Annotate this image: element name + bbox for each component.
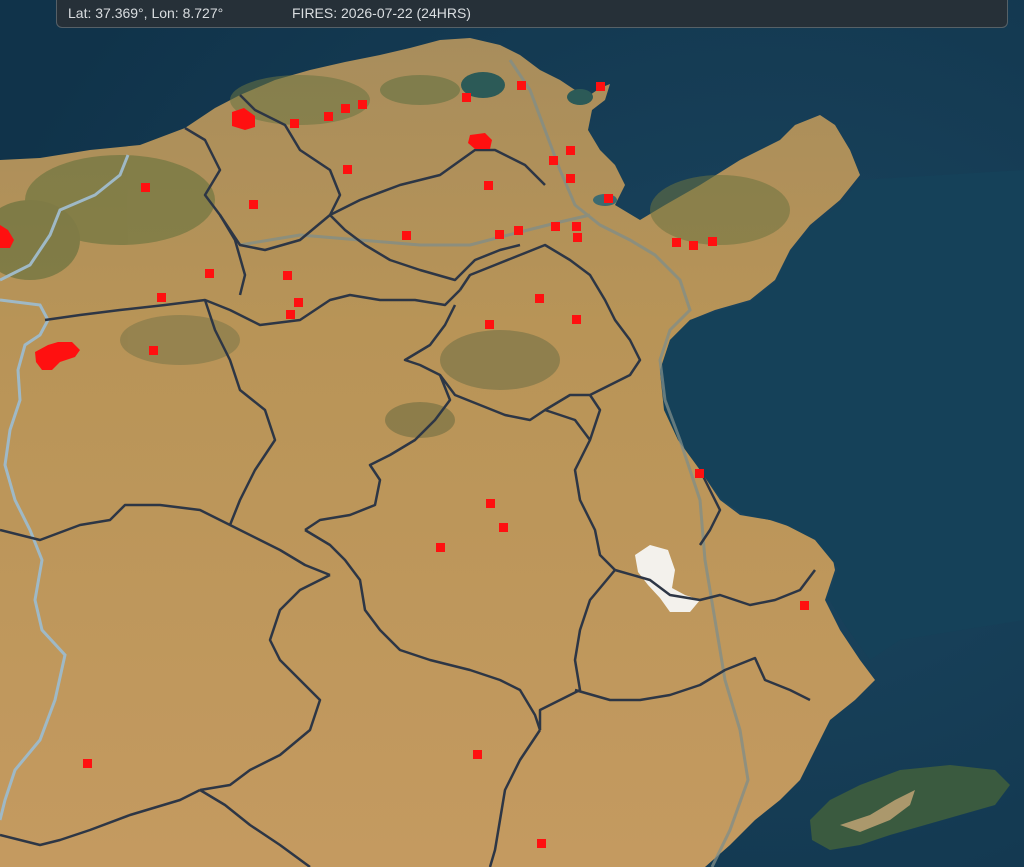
fire-hotspot[interactable]	[249, 200, 258, 209]
fire-hotspot[interactable]	[485, 320, 494, 329]
fire-hotspot[interactable]	[689, 241, 698, 250]
fire-hotspot[interactable]	[537, 839, 546, 848]
fire-hotspot[interactable]	[205, 269, 214, 278]
fire-hotspot[interactable]	[566, 146, 575, 155]
fire-hotspot[interactable]	[535, 294, 544, 303]
fire-hotspot[interactable]	[566, 174, 575, 183]
fire-hotspot[interactable]	[499, 523, 508, 532]
status-bar: Lat: 37.369°, Lon: 8.727° FIRES: 2026-07…	[56, 0, 1008, 28]
fire-hotspot[interactable]	[551, 222, 560, 231]
fire-hotspot[interactable]	[486, 499, 495, 508]
fire-hotspot[interactable]	[402, 231, 411, 240]
fire-hotspot[interactable]	[341, 104, 350, 113]
fire-hotspot[interactable]	[695, 469, 704, 478]
fire-hotspot[interactable]	[286, 310, 295, 319]
fire-hotspot[interactable]	[294, 298, 303, 307]
satellite-map[interactable]	[0, 0, 1024, 867]
fire-hotspot[interactable]	[708, 237, 717, 246]
fire-hotspot[interactable]	[473, 750, 482, 759]
fire-hotspot[interactable]	[572, 222, 581, 231]
fire-hotspot[interactable]	[462, 93, 471, 102]
fire-hotspot[interactable]	[517, 81, 526, 90]
fire-hotspot[interactable]	[283, 271, 292, 280]
fire-hotspot[interactable]	[572, 315, 581, 324]
fire-hotspot[interactable]	[596, 82, 605, 91]
fire-hotspot[interactable]	[549, 156, 558, 165]
fire-hotspot[interactable]	[672, 238, 681, 247]
fire-hotspot[interactable]	[436, 543, 445, 552]
fire-hotspot[interactable]	[604, 194, 613, 203]
fire-hotspot[interactable]	[358, 100, 367, 109]
fire-hotspot[interactable]	[157, 293, 166, 302]
fire-hotspot[interactable]	[290, 119, 299, 128]
fire-hotspot[interactable]	[141, 183, 150, 192]
fire-hotspot[interactable]	[324, 112, 333, 121]
fire-hotspot[interactable]	[343, 165, 352, 174]
fires-date-label: FIRES: 2026-07-22 (24HRS)	[292, 5, 471, 21]
fire-hotspot[interactable]	[484, 181, 493, 190]
fire-hotspot[interactable]	[514, 226, 523, 235]
fire-hotspot[interactable]	[149, 346, 158, 355]
fire-hotspot[interactable]	[495, 230, 504, 239]
cursor-coordinates: Lat: 37.369°, Lon: 8.727°	[68, 5, 224, 21]
lake-bizerte	[567, 89, 593, 105]
fire-hotspot[interactable]	[83, 759, 92, 768]
fire-hotspot[interactable]	[800, 601, 809, 610]
fire-hotspot[interactable]	[573, 233, 582, 242]
